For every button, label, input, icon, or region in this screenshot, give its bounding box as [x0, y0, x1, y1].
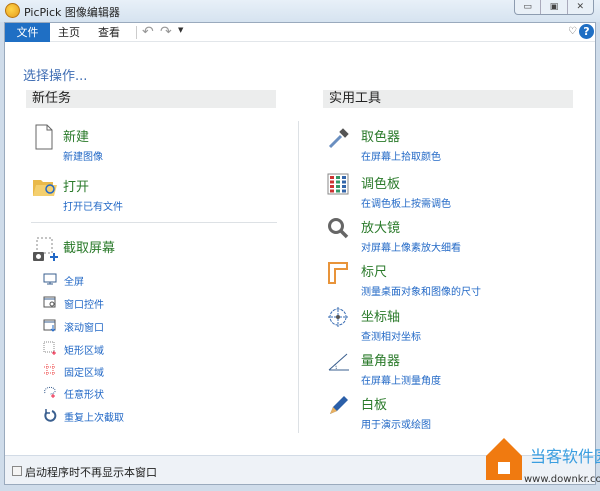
- fixed-region-icon: [44, 364, 56, 376]
- svg-text:当客软件园: 当客软件园: [530, 447, 600, 466]
- undo-icon[interactable]: ↶: [142, 24, 154, 40]
- capture-item-2[interactable]: 滚动窗口: [64, 319, 104, 334]
- capture-item-5[interactable]: 任意形状: [64, 386, 104, 401]
- magnifier-icon: [328, 218, 349, 239]
- tool-title-5[interactable]: 量角器: [361, 350, 400, 369]
- screen-capture-icon: [33, 237, 58, 261]
- tool-sub-0[interactable]: 在屏幕上拾取颜色: [361, 148, 441, 163]
- close-button[interactable]: ✕: [568, 0, 593, 14]
- open-sub[interactable]: 打开已有文件: [63, 198, 123, 213]
- tool-sub-4[interactable]: 查测相对坐标: [361, 328, 421, 343]
- tool-sub-3[interactable]: 测量桌面对象和图像的尺寸: [361, 283, 481, 298]
- tab-file[interactable]: 文件: [5, 23, 50, 42]
- minimize-button[interactable]: ▭: [515, 0, 542, 14]
- capture-title[interactable]: 截取屏幕: [63, 237, 115, 256]
- rect-region-icon: [43, 341, 56, 355]
- section-header-tools: 实用工具: [323, 90, 573, 108]
- quick-access-dropdown-icon[interactable]: ▼: [178, 26, 183, 34]
- restore-button[interactable]: ▣: [541, 0, 568, 14]
- capture-item-0[interactable]: 全屏: [64, 273, 84, 288]
- column-divider: [298, 121, 299, 433]
- open-title[interactable]: 打开: [63, 176, 89, 195]
- dont-show-label[interactable]: 启动程序时不再显示本窗口: [25, 464, 157, 480]
- freeform-icon: [44, 386, 56, 398]
- palette-icon: [327, 173, 349, 195]
- tool-title-4[interactable]: 坐标轴: [361, 306, 400, 325]
- tool-title-3[interactable]: 标尺: [361, 261, 387, 280]
- new-sub[interactable]: 新建图像: [63, 148, 103, 163]
- ribbon-tabs: 文件 主页 查看 ↶ ↷ ▼ ♡ ?: [5, 23, 595, 42]
- favorite-icon[interactable]: ♡: [568, 26, 577, 37]
- capture-item-3[interactable]: 矩形区域: [64, 342, 104, 357]
- tool-title-2[interactable]: 放大镜: [361, 217, 400, 236]
- redo-icon[interactable]: ↷: [160, 24, 172, 40]
- divider: [136, 26, 137, 39]
- tool-title-6[interactable]: 白板: [361, 394, 387, 413]
- window-control-icon: [43, 296, 56, 308]
- repeat-icon: [44, 409, 57, 422]
- watermark-logo: 当客软件园 www.downkr.com: [486, 438, 600, 485]
- capture-item-6[interactable]: 重复上次截取: [64, 409, 124, 424]
- open-folder-icon: [33, 180, 57, 196]
- tool-sub-5[interactable]: 在屏幕上测量角度: [361, 372, 441, 387]
- crosshair-icon: [328, 307, 348, 327]
- capture-item-1[interactable]: 窗口控件: [64, 296, 104, 311]
- app-logo-icon: [5, 3, 20, 18]
- eyedropper-icon: [328, 128, 349, 149]
- new-file-icon: [35, 124, 53, 150]
- protractor-icon: [328, 353, 349, 371]
- svg-text:www.downkr.com: www.downkr.com: [524, 474, 600, 485]
- prompt-text: 选择操作...: [23, 69, 88, 84]
- tool-title-0[interactable]: 取色器: [361, 126, 400, 145]
- title-bar: PicPick 图像编辑器 ▭ ▣ ✕: [0, 0, 600, 22]
- capture-item-4[interactable]: 固定区域: [64, 364, 104, 379]
- divider: [31, 222, 277, 223]
- tool-sub-1[interactable]: 在调色板上按需调色: [361, 195, 451, 210]
- window-controls: ▭ ▣ ✕: [514, 0, 594, 15]
- help-icon[interactable]: ?: [579, 24, 594, 39]
- window-title: PicPick 图像编辑器: [24, 6, 120, 19]
- section-header-new-task: 新任务: [26, 90, 276, 108]
- tool-title-1[interactable]: 调色板: [361, 173, 400, 192]
- tab-home[interactable]: 主页: [50, 23, 88, 42]
- start-panel: 文件 主页 查看 ↶ ↷ ▼ ♡ ? 选择操作... 新任务 实用工具 新建 新…: [4, 22, 596, 485]
- new-title[interactable]: 新建: [63, 126, 89, 145]
- monitor-icon: [43, 273, 57, 285]
- ruler-icon: [328, 262, 348, 284]
- tool-sub-2[interactable]: 对屏幕上像素放大细看: [361, 239, 461, 254]
- pen-icon: [330, 396, 348, 414]
- dont-show-checkbox[interactable]: [12, 466, 22, 476]
- tab-view[interactable]: 查看: [90, 23, 128, 42]
- tool-sub-6[interactable]: 用于演示或绘图: [361, 416, 431, 431]
- scroll-window-icon: [43, 319, 56, 332]
